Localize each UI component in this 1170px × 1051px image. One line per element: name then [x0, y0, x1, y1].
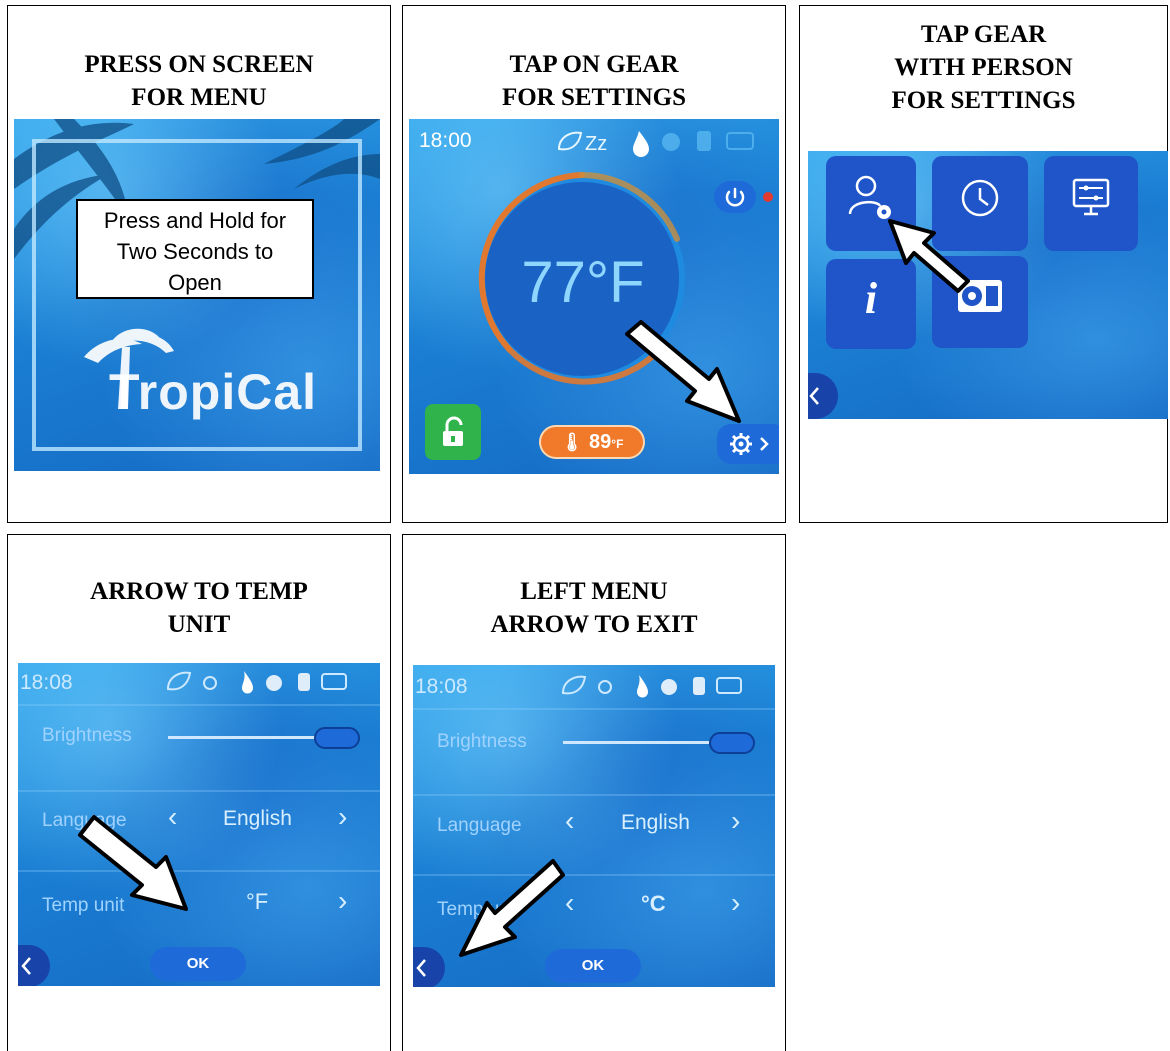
splash-screen[interactable]: Press and Hold for Two Seconds to Open T… — [14, 119, 380, 471]
caption-line: FOR MENU — [131, 84, 267, 111]
panel-4: ARROW TO TEMP UNIT 18:08 Brightness Lang… — [7, 534, 391, 1051]
panel-2: TAP ON GEAR FOR SETTINGS 18:00 Zz 77°F 🌡… — [402, 5, 786, 523]
pointer-arrow-icon — [459, 859, 565, 957]
panel-3-caption: TAP GEAR WITH PERSON FOR SETTINGS — [800, 18, 1167, 117]
panel-4-caption: ARROW TO TEMP UNIT — [8, 575, 390, 641]
caption-line: WITH PERSON — [894, 54, 1073, 81]
panel-5-caption: LEFT MENU ARROW TO EXIT — [403, 575, 785, 641]
caption-line: FOR SETTINGS — [501, 84, 687, 111]
panel-5: LEFT MENU ARROW TO EXIT 18:08 Brightness… — [402, 534, 786, 1051]
caption-line: ARROW TO EXIT — [490, 611, 698, 638]
caption-line: FOR SETTINGS — [891, 87, 1076, 114]
panel-1: PRESS ON SCREEN FOR MENU Press and Hold … — [7, 5, 391, 523]
caption-line: TAP ON GEAR — [509, 51, 679, 78]
main-menu-screen: i — [808, 151, 1168, 419]
pointer-arrow-icon — [78, 815, 188, 911]
panel-3: TAP GEAR WITH PERSON FOR SETTINGS i — [799, 5, 1168, 523]
pointer-arrow-icon — [888, 219, 970, 293]
pointer-arrow-icon — [625, 320, 741, 423]
settings-screen: 18:08 Brightness Language ‹ English › Te… — [413, 665, 775, 987]
settings-screen: 18:08 Brightness Language ‹ English › Te… — [18, 663, 380, 986]
caption-line: PRESS ON SCREEN — [84, 51, 314, 78]
caption-line: LEFT MENU — [520, 578, 668, 605]
panel-2-caption: TAP ON GEAR FOR SETTINGS — [403, 48, 785, 114]
caption-line: TAP GEAR — [920, 21, 1047, 48]
panel-1-caption: PRESS ON SCREEN FOR MENU — [8, 48, 390, 114]
thermostat-home-screen: 18:00 Zz 77°F 🌡 89°F — [409, 119, 779, 474]
caption-line: ARROW TO TEMP — [90, 578, 308, 605]
caption-line: UNIT — [167, 611, 231, 638]
brand-logo: TropiCal — [109, 364, 318, 420]
